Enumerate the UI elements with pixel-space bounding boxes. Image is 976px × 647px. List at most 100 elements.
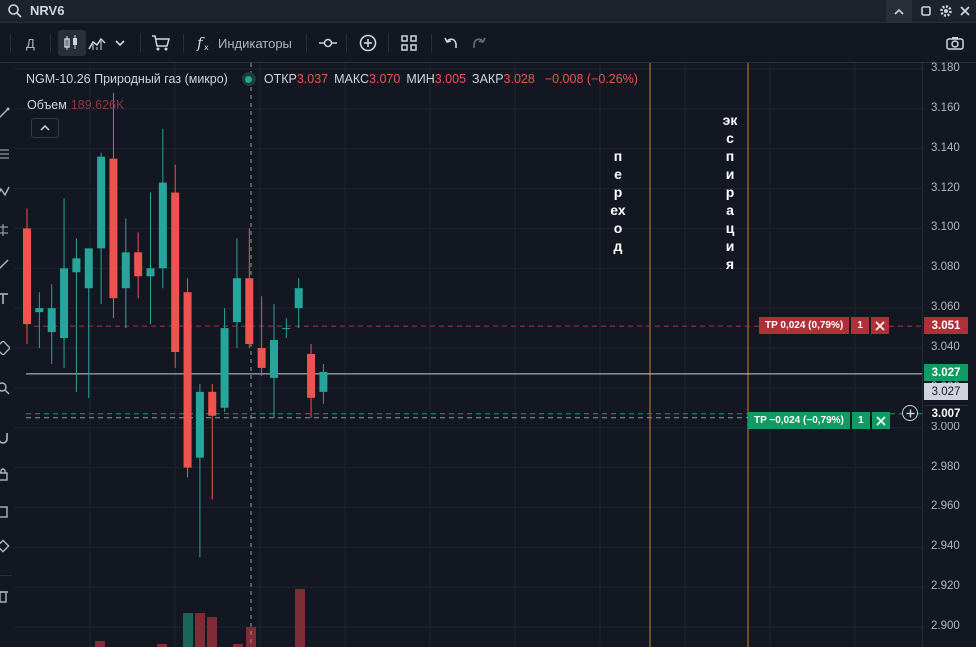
candle-body (282, 328, 291, 330)
projection-icon[interactable] (0, 223, 10, 237)
expiration-annotation[interactable]: экспирация (722, 111, 738, 273)
candle-body (35, 308, 44, 313)
add-order-button[interactable] (902, 405, 918, 421)
price-tick-label: 3.180 (931, 62, 960, 74)
candle-body (208, 391, 217, 416)
trend-line-icon[interactable] (0, 107, 10, 121)
layout-button[interactable] (401, 23, 417, 63)
tp-upper-cancel-button[interactable] (871, 317, 890, 334)
instrument-name: NGM-10.26 Природный газ (микро) (26, 72, 228, 86)
screenshot-button[interactable] (946, 23, 964, 63)
magnet-icon[interactable] (0, 431, 10, 445)
candle-body (232, 278, 241, 323)
volume-bar (207, 617, 217, 647)
pattern-icon[interactable] (0, 185, 10, 199)
grid-icon (401, 35, 417, 51)
candle-body (97, 156, 106, 249)
cart-icon (152, 35, 170, 51)
volume-bar (95, 641, 105, 647)
ruler-icon[interactable] (0, 341, 10, 355)
svg-text:x: x (204, 43, 209, 52)
indicators-button[interactable]: fx Индикаторы (196, 23, 292, 63)
close-icon[interactable] (957, 3, 973, 19)
tp-upper-order[interactable]: TP 0,024 (0,79%) 1 (759, 317, 890, 334)
undo-icon (444, 37, 457, 48)
candle-body (84, 248, 93, 289)
tp-lower-order[interactable]: TP −0,024 (−0,79%) 1 (748, 412, 890, 429)
interval-button[interactable]: Д (26, 23, 35, 63)
change-value: −0.008 (−0.26%) (544, 72, 638, 86)
gear-icon[interactable] (938, 3, 954, 19)
chart-pane[interactable] (14, 63, 922, 647)
redo-button[interactable] (471, 23, 487, 63)
price-tick-label: 3.120 (931, 181, 960, 194)
volume-label: Объем (27, 98, 67, 112)
volume-bar (195, 613, 205, 647)
transition-annotation[interactable]: переход (610, 147, 626, 255)
high-label: МАКС (334, 72, 370, 86)
eraser-icon[interactable] (0, 539, 10, 553)
collapse-button[interactable] (886, 0, 912, 23)
candle-body (72, 258, 81, 273)
close-value: 3.028 (503, 72, 535, 86)
text-icon[interactable] (0, 291, 10, 305)
candle-body (134, 252, 143, 277)
add-button[interactable] (359, 23, 377, 63)
close-icon (875, 320, 885, 331)
plus-icon (906, 409, 914, 417)
tp-lower-cancel-button[interactable] (871, 412, 890, 429)
chart-type-dropdown[interactable] (114, 23, 126, 63)
price-tick-label: 3.160 (931, 101, 960, 114)
candle-body (146, 268, 155, 277)
indicators-label: Индикаторы (218, 35, 292, 51)
trade-button[interactable] (151, 23, 171, 63)
chevron-up-icon (40, 124, 50, 131)
chart-toolbar: Д fx Индикаторы (0, 23, 976, 63)
camera-icon (946, 37, 964, 50)
candle-body (171, 192, 180, 352)
candle-body (245, 278, 254, 345)
alert-button[interactable] (318, 23, 338, 63)
visibility-icon[interactable] (0, 505, 10, 519)
tp-lower-price-label: 3.007 (924, 405, 968, 422)
maximize-icon[interactable] (918, 3, 934, 19)
crosshair-price-label: 3.027 (924, 383, 968, 400)
price-tick-label: 3.080 (931, 261, 960, 274)
interval-label: Д (26, 35, 35, 51)
low-value: 3.005 (434, 72, 467, 86)
legend-collapse-button[interactable] (31, 118, 59, 138)
price-chart[interactable] (14, 63, 922, 647)
search-icon (8, 4, 22, 18)
search-bar[interactable]: NRV6 (0, 0, 976, 23)
undo-button[interactable] (443, 23, 459, 63)
high-value: 3.070 (369, 72, 401, 86)
candle-body (319, 371, 328, 392)
price-tick-label: 2.960 (931, 500, 960, 513)
price-axis[interactable]: 2.9002.9202.9402.9602.9803.0003.0203.040… (922, 62, 976, 647)
volume-legend: Объем 189.626K (27, 98, 124, 112)
price-tick-label: 3.140 (931, 141, 960, 154)
lock-icon[interactable] (0, 467, 10, 481)
candle-body (307, 353, 316, 398)
price-tick-label: 3.100 (931, 221, 960, 234)
candle-body (158, 182, 167, 269)
open-value: 3.037 (296, 72, 329, 86)
line-node-icon (319, 38, 337, 48)
plus-circle-icon (359, 34, 377, 52)
zoom-icon[interactable] (0, 381, 10, 395)
candle-body (257, 348, 266, 368)
fib-icon[interactable] (0, 147, 10, 161)
trash-icon[interactable] (0, 589, 10, 603)
chevron-down-icon (115, 40, 125, 47)
candle-body (294, 288, 303, 309)
tp-upper-price-label: 3.051 (924, 317, 968, 334)
candles-button[interactable] (58, 30, 86, 56)
open-label: ОТКР (263, 72, 297, 86)
candle-body (47, 308, 56, 333)
candle-body (195, 391, 204, 458)
ticker-input[interactable]: NRV6 (30, 3, 64, 18)
price-tick-label: 2.940 (931, 540, 960, 553)
tp-lower-qty: 1 (851, 412, 870, 429)
chart-type-button[interactable] (88, 23, 106, 63)
brush-icon[interactable] (0, 258, 10, 272)
